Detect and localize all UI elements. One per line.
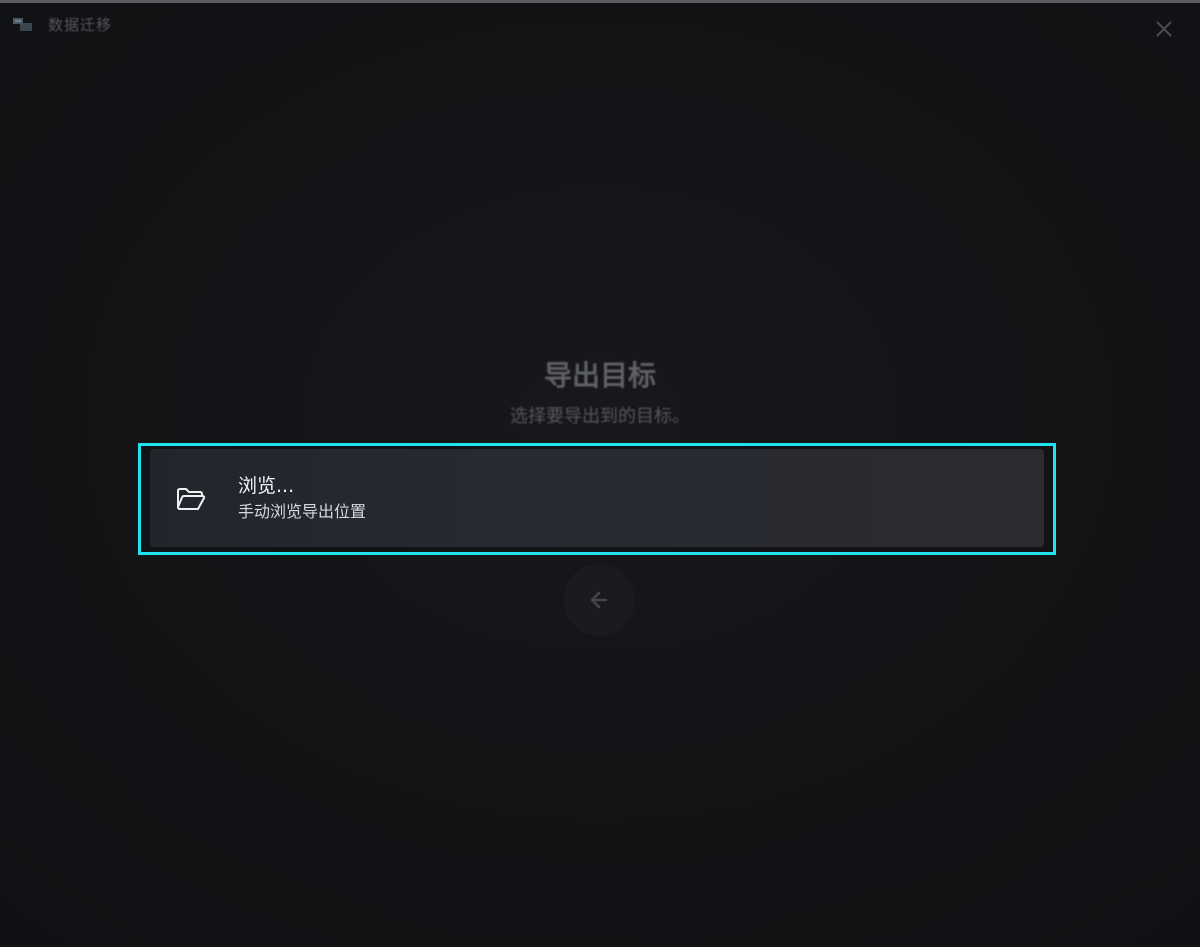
browse-option-description: 手动浏览导出位置 — [238, 502, 367, 521]
arrow-left-icon — [587, 588, 611, 612]
data-migration-window: 数据迁移 导出目标 选择要导出到的目标。 浏览... 手动浏览导出位置 — [0, 0, 1200, 947]
data-migration-icon — [12, 17, 36, 33]
window-title: 数据迁移 — [48, 16, 113, 34]
close-icon[interactable] — [1152, 17, 1176, 41]
browse-option-title: 浏览... — [238, 475, 295, 497]
browse-option[interactable]: 浏览... 手动浏览导出位置 — [138, 443, 1056, 555]
browse-option-card[interactable]: 浏览... 手动浏览导出位置 — [150, 449, 1044, 547]
folder-open-icon — [176, 487, 206, 511]
back-button[interactable] — [563, 564, 635, 636]
page-title: 导出目标 — [543, 359, 656, 392]
title-bar: 数据迁移 — [0, 3, 1200, 47]
page-subtitle: 选择要导出到的目标。 — [510, 406, 690, 427]
